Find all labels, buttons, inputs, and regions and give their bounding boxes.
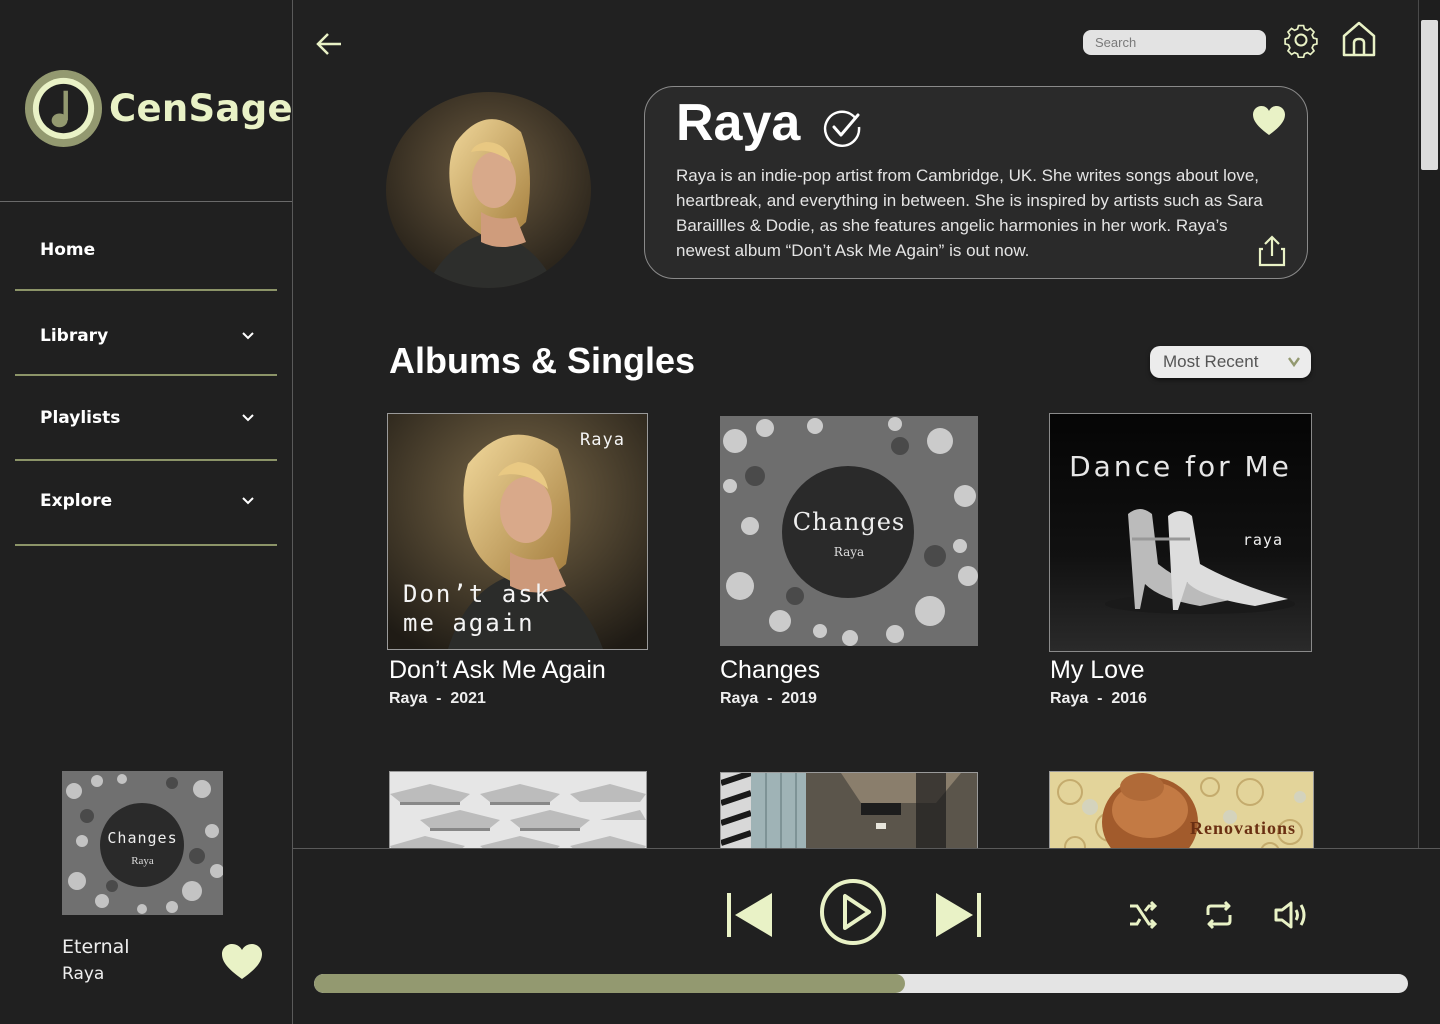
cover-title-text: Changes xyxy=(107,829,178,847)
heart-icon[interactable] xyxy=(220,942,264,982)
share-icon[interactable] xyxy=(1257,235,1287,267)
artist-bio-card: Raya Raya is an indie-pop artist from Ca… xyxy=(644,86,1308,279)
cover-title-text: Renovations xyxy=(1190,818,1297,838)
chevron-down-icon xyxy=(1288,357,1300,368)
sidebar-item-explore[interactable]: Explore xyxy=(15,473,277,529)
album-meta: Raya - 2019 xyxy=(720,690,817,707)
album-cover[interactable]: Changes Raya xyxy=(720,416,978,646)
cover-artist-text: Raya xyxy=(833,545,865,559)
gear-icon[interactable] xyxy=(1283,22,1319,58)
album-title[interactable]: My Love xyxy=(1050,656,1144,685)
album-card[interactable] xyxy=(720,770,978,848)
artist-name: Raya xyxy=(676,94,801,152)
sidebar-divider xyxy=(15,459,277,461)
album-card[interactable]: Dance for Me raya My Love Raya - 2016 xyxy=(1049,413,1312,713)
album-cover-art xyxy=(390,772,646,848)
album-meta: Raya - 2016 xyxy=(1050,690,1147,707)
progress-fill xyxy=(314,974,905,993)
album-cover[interactable]: Dance for Me raya xyxy=(1049,413,1312,652)
album-card[interactable] xyxy=(389,771,647,848)
app-name: CenSage xyxy=(109,86,293,130)
sidebar-divider xyxy=(15,544,277,546)
sort-dropdown[interactable]: Most Recent xyxy=(1150,346,1311,378)
chevron-down-icon[interactable] xyxy=(241,413,255,423)
album-year: 2016 xyxy=(1111,690,1147,707)
chevron-down-icon[interactable] xyxy=(241,496,255,506)
album-card[interactable]: Raya Don’t ask me again Don’t Ask Me Aga… xyxy=(387,413,648,713)
progress-bar[interactable] xyxy=(314,974,1408,993)
album-artist[interactable]: Raya xyxy=(720,690,758,707)
cover-title-text: Changes xyxy=(792,508,906,536)
cover-title-line1: Don’t ask xyxy=(403,580,552,608)
album-title[interactable]: Don’t Ask Me Again xyxy=(389,656,606,685)
sidebar-item-label: Library xyxy=(40,326,109,346)
sidebar-item-label: Playlists xyxy=(40,408,121,428)
album-card[interactable]: Renovations xyxy=(1049,771,1314,848)
cover-artist-text: raya xyxy=(1242,531,1283,549)
main-content: Raya Raya is an indie-pop artist from Ca… xyxy=(293,0,1418,848)
sidebar-divider xyxy=(15,289,277,291)
cover-title-text: Dance for Me xyxy=(1069,450,1292,483)
sidebar-divider xyxy=(0,201,292,202)
sort-label: Most Recent xyxy=(1163,352,1259,371)
verified-check-icon xyxy=(823,110,861,147)
app-logo[interactable]: CenSage xyxy=(24,68,293,148)
cover-title-line2: me again xyxy=(403,609,535,637)
album-year: 2019 xyxy=(781,690,817,707)
next-icon[interactable] xyxy=(933,889,985,941)
play-icon[interactable] xyxy=(819,877,887,947)
album-card[interactable]: Changes Raya Changes Raya - 2019 xyxy=(720,416,978,713)
search-input[interactable] xyxy=(1083,30,1266,55)
sidebar-divider xyxy=(15,374,277,376)
volume-icon[interactable] xyxy=(1273,899,1311,931)
cover-artist-text: Raya xyxy=(580,430,625,450)
album-cover-art xyxy=(720,770,977,848)
sidebar-item-playlists[interactable]: Playlists xyxy=(15,390,277,446)
now-playing-artist[interactable]: Raya xyxy=(62,964,104,984)
artist-bio: Raya is an indie-pop artist from Cambrid… xyxy=(676,166,1263,260)
repeat-icon[interactable] xyxy=(1203,899,1235,931)
scrollbar-thumb[interactable] xyxy=(1421,20,1438,170)
album-year: 2021 xyxy=(450,690,486,707)
heart-icon[interactable] xyxy=(1252,105,1286,137)
sidebar-item-label: Home xyxy=(40,240,96,260)
album-title[interactable]: Changes xyxy=(720,656,820,685)
back-arrow-icon[interactable] xyxy=(313,28,345,60)
home-icon[interactable] xyxy=(1340,20,1378,58)
previous-icon[interactable] xyxy=(724,889,776,941)
album-artist[interactable]: Raya xyxy=(1050,690,1088,707)
sidebar: CenSage Home Library Playlists Explore C… xyxy=(0,0,293,1024)
music-note-logo-icon xyxy=(24,69,103,147)
artist-photo xyxy=(386,92,591,288)
album-artist[interactable]: Raya xyxy=(389,690,427,707)
album-cover[interactable]: Raya Don’t ask me again xyxy=(387,413,648,650)
sidebar-item-library[interactable]: Library xyxy=(15,308,277,364)
player-bar xyxy=(293,848,1440,1024)
sidebar-item-home[interactable]: Home xyxy=(15,222,277,278)
sidebar-item-label: Explore xyxy=(40,491,113,511)
section-title: Albums & Singles xyxy=(389,340,696,381)
now-playing-cover[interactable]: Changes Raya xyxy=(62,771,223,915)
cover-artist-text: Raya xyxy=(131,855,154,867)
artist-portrait-image xyxy=(386,92,591,288)
album-meta: Raya - 2021 xyxy=(389,690,486,707)
chevron-down-icon[interactable] xyxy=(241,331,255,341)
shuffle-icon[interactable] xyxy=(1127,899,1159,931)
scrollbar[interactable] xyxy=(1418,0,1440,848)
now-playing-title[interactable]: Eternal xyxy=(62,936,130,958)
